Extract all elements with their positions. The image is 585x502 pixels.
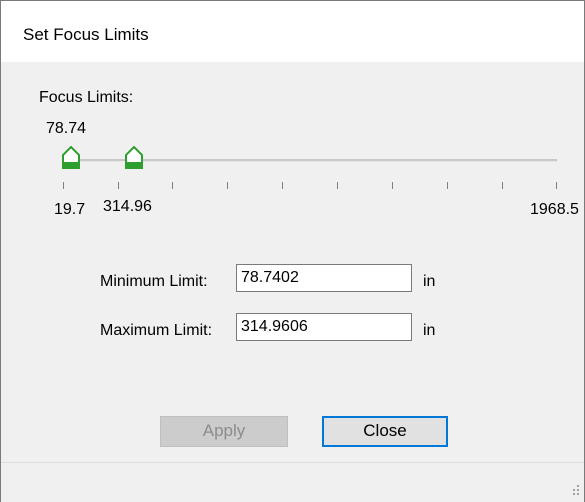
slider-tick — [227, 182, 228, 189]
slider-max-label: 1968.5 — [530, 201, 579, 218]
slider-tick — [172, 182, 173, 189]
maximum-limit-label: Maximum Limit: — [100, 322, 213, 339]
focus-limits-label: Focus Limits: — [39, 89, 134, 106]
slider-tick — [392, 182, 393, 189]
slider-tick — [556, 182, 557, 189]
dialog-client-area — [1, 62, 584, 462]
slider-tick — [447, 182, 448, 189]
status-bar — [1, 462, 584, 502]
slider-tick — [63, 182, 64, 189]
slider-tick — [118, 182, 119, 189]
close-button[interactable]: Close — [322, 416, 448, 447]
minimum-limit-input[interactable] — [236, 264, 412, 292]
slider-tick — [337, 182, 338, 189]
slider-tick — [502, 182, 503, 189]
lower-limit-slider-thumb[interactable] — [61, 146, 81, 170]
maximum-limit-input[interactable] — [236, 313, 412, 341]
slider-min-label: 19.7 — [54, 201, 86, 218]
slider-tick — [282, 182, 283, 189]
upper-limit-slider-thumb[interactable] — [124, 146, 144, 170]
set-focus-limits-dialog: Set Focus Limits Focus Limits: 78.74 19.… — [0, 0, 585, 502]
maximum-limit-unit: in — [423, 322, 436, 339]
lower-thumb-value-label: 78.74 — [46, 120, 87, 137]
upper-thumb-value-label: 314.96 — [103, 198, 152, 215]
window-title: Set Focus Limits — [23, 25, 149, 44]
apply-button[interactable]: Apply — [160, 416, 288, 447]
resize-grip-icon[interactable] — [570, 484, 580, 496]
title-bar[interactable]: Set Focus Limits — [1, 1, 584, 62]
minimum-limit-label: Minimum Limit: — [100, 273, 208, 290]
minimum-limit-unit: in — [423, 273, 436, 290]
